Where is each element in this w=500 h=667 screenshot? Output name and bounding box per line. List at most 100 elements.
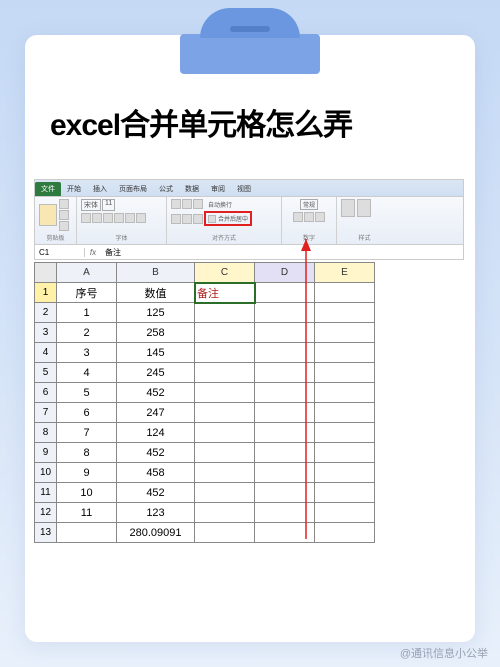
cell[interactable] — [195, 343, 255, 363]
copy-icon[interactable] — [59, 210, 69, 220]
row-1[interactable]: 1 — [35, 283, 57, 303]
cell[interactable] — [255, 423, 315, 443]
cell[interactable] — [195, 363, 255, 383]
tab-insert[interactable]: 插入 — [87, 182, 113, 196]
cell[interactable] — [315, 423, 375, 443]
row-12[interactable]: 12 — [35, 503, 57, 523]
cell[interactable] — [255, 523, 315, 543]
col-C[interactable]: C — [195, 263, 255, 283]
cell[interactable] — [195, 443, 255, 463]
row-2[interactable]: 2 — [35, 303, 57, 323]
table-format-icon[interactable] — [357, 199, 371, 217]
cell[interactable]: 9 — [57, 463, 117, 483]
cell[interactable]: 1 — [57, 303, 117, 323]
font-color-icon[interactable] — [136, 213, 146, 223]
cell[interactable]: 124 — [117, 423, 195, 443]
tab-file[interactable]: 文件 — [35, 182, 61, 196]
cell[interactable]: 2 — [57, 323, 117, 343]
cell[interactable]: 6 — [57, 403, 117, 423]
col-A[interactable]: A — [57, 263, 117, 283]
fill-color-icon[interactable] — [125, 213, 135, 223]
cell[interactable]: 452 — [117, 443, 195, 463]
align-mid-icon[interactable] — [182, 199, 192, 209]
align-top-icon[interactable] — [171, 199, 181, 209]
cell[interactable] — [315, 383, 375, 403]
cell[interactable] — [255, 363, 315, 383]
cell[interactable] — [315, 303, 375, 323]
cell[interactable]: 3 — [57, 343, 117, 363]
col-E[interactable]: E — [315, 263, 375, 283]
row-9[interactable]: 9 — [35, 443, 57, 463]
cell[interactable]: 8 — [57, 443, 117, 463]
underline-icon[interactable] — [103, 213, 113, 223]
cell[interactable] — [315, 463, 375, 483]
cell[interactable] — [255, 443, 315, 463]
bold-icon[interactable] — [81, 213, 91, 223]
font-size[interactable]: 11 — [102, 199, 115, 211]
cell[interactable]: 452 — [117, 483, 195, 503]
cell[interactable] — [255, 463, 315, 483]
cell[interactable]: 458 — [117, 463, 195, 483]
cell[interactable] — [315, 283, 375, 303]
cell[interactable] — [195, 503, 255, 523]
cell[interactable] — [315, 503, 375, 523]
cell[interactable] — [255, 483, 315, 503]
align-center-icon[interactable] — [182, 214, 192, 224]
formula-input[interactable]: 备注 — [101, 247, 121, 258]
cell[interactable]: 11 — [57, 503, 117, 523]
row-5[interactable]: 5 — [35, 363, 57, 383]
cell[interactable] — [315, 443, 375, 463]
cell[interactable] — [255, 403, 315, 423]
italic-icon[interactable] — [92, 213, 102, 223]
cell[interactable] — [195, 483, 255, 503]
cell[interactable]: 7 — [57, 423, 117, 443]
row-7[interactable]: 7 — [35, 403, 57, 423]
row-13[interactable]: 13 — [35, 523, 57, 543]
comma-icon[interactable] — [315, 212, 325, 222]
cell[interactable]: 123 — [117, 503, 195, 523]
cell[interactable] — [315, 523, 375, 543]
cell[interactable] — [195, 463, 255, 483]
tab-formula[interactable]: 公式 — [153, 182, 179, 196]
wrap-text-button[interactable]: 自动换行 — [208, 200, 232, 209]
percent-icon[interactable] — [304, 212, 314, 222]
tab-data[interactable]: 数据 — [179, 182, 205, 196]
format-painter-icon[interactable] — [59, 221, 69, 231]
name-box[interactable]: C1 — [35, 248, 85, 257]
col-D[interactable]: D — [255, 263, 315, 283]
cell[interactable] — [255, 503, 315, 523]
align-right-icon[interactable] — [193, 214, 203, 224]
align-bot-icon[interactable] — [193, 199, 203, 209]
row-10[interactable]: 10 — [35, 463, 57, 483]
font-name[interactable]: 宋体 — [81, 199, 101, 211]
cell[interactable] — [315, 403, 375, 423]
cell[interactable] — [195, 323, 255, 343]
cell[interactable] — [315, 343, 375, 363]
cell-selected[interactable]: 备注 — [195, 283, 255, 303]
cell[interactable]: 145 — [117, 343, 195, 363]
cell[interactable] — [255, 323, 315, 343]
cell[interactable]: 10 — [57, 483, 117, 503]
cell[interactable] — [195, 523, 255, 543]
cell[interactable]: 5 — [57, 383, 117, 403]
tab-view[interactable]: 视图 — [231, 182, 257, 196]
cell[interactable]: 序号 — [57, 283, 117, 303]
tab-layout[interactable]: 页面布局 — [113, 182, 153, 196]
row-3[interactable]: 3 — [35, 323, 57, 343]
cell[interactable] — [195, 383, 255, 403]
cell[interactable] — [255, 303, 315, 323]
cell[interactable] — [195, 403, 255, 423]
tab-review[interactable]: 审阅 — [205, 182, 231, 196]
cell[interactable] — [57, 523, 117, 543]
cond-format-icon[interactable] — [341, 199, 355, 217]
row-11[interactable]: 11 — [35, 483, 57, 503]
cell[interactable]: 245 — [117, 363, 195, 383]
cell[interactable]: 452 — [117, 383, 195, 403]
cell[interactable]: 125 — [117, 303, 195, 323]
select-all-corner[interactable] — [35, 263, 57, 283]
tab-home[interactable]: 开始 — [61, 182, 87, 196]
number-format[interactable]: 常规 — [300, 199, 318, 210]
col-B[interactable]: B — [117, 263, 195, 283]
cell[interactable] — [195, 303, 255, 323]
cell[interactable] — [195, 423, 255, 443]
